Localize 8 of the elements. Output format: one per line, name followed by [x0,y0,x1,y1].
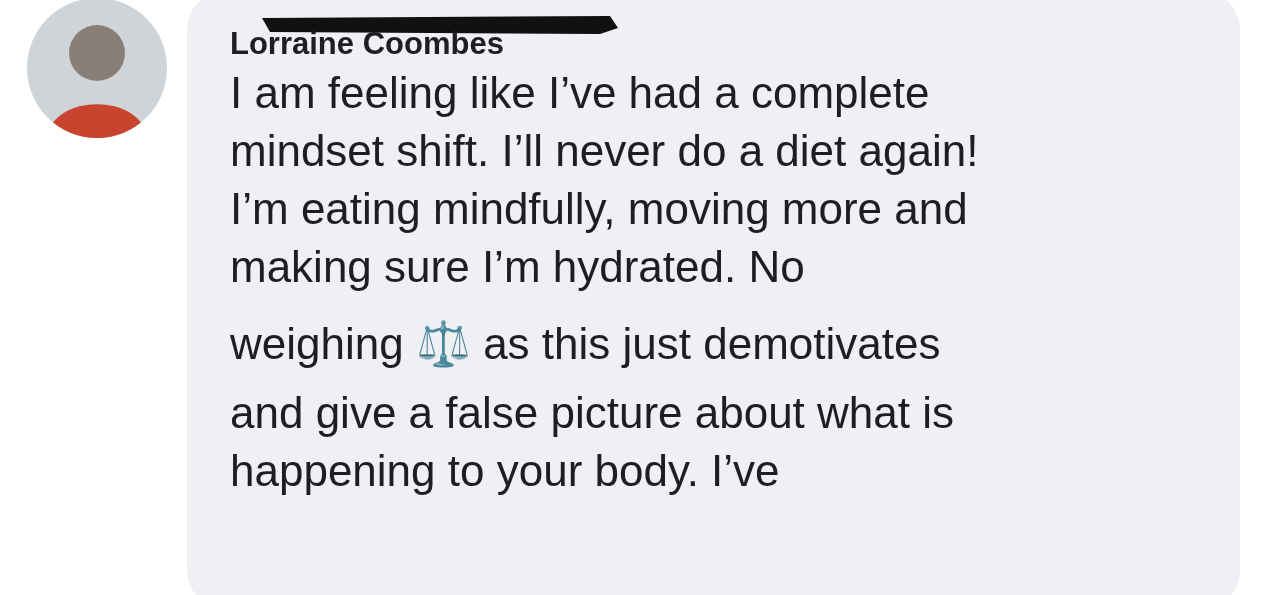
comment-text-line: happening to your body. I’ve [230,445,781,497]
author-name[interactable]: Lorraine Coombes [230,26,504,62]
comment-text-line: and give a false picture about what is [230,387,955,439]
comment-text-line: making sure I’m hydrated. No [230,241,806,293]
comment-text-line: weighing ⚖ as this just demotivates [230,318,942,370]
comment-text-line: I’m eating mindfully, moving more and [230,183,969,235]
comment-text-line: mindset shift. I’ll never do a diet again! [230,125,980,177]
comment-text-line: I am feeling like I’ve had a complete [230,67,931,119]
